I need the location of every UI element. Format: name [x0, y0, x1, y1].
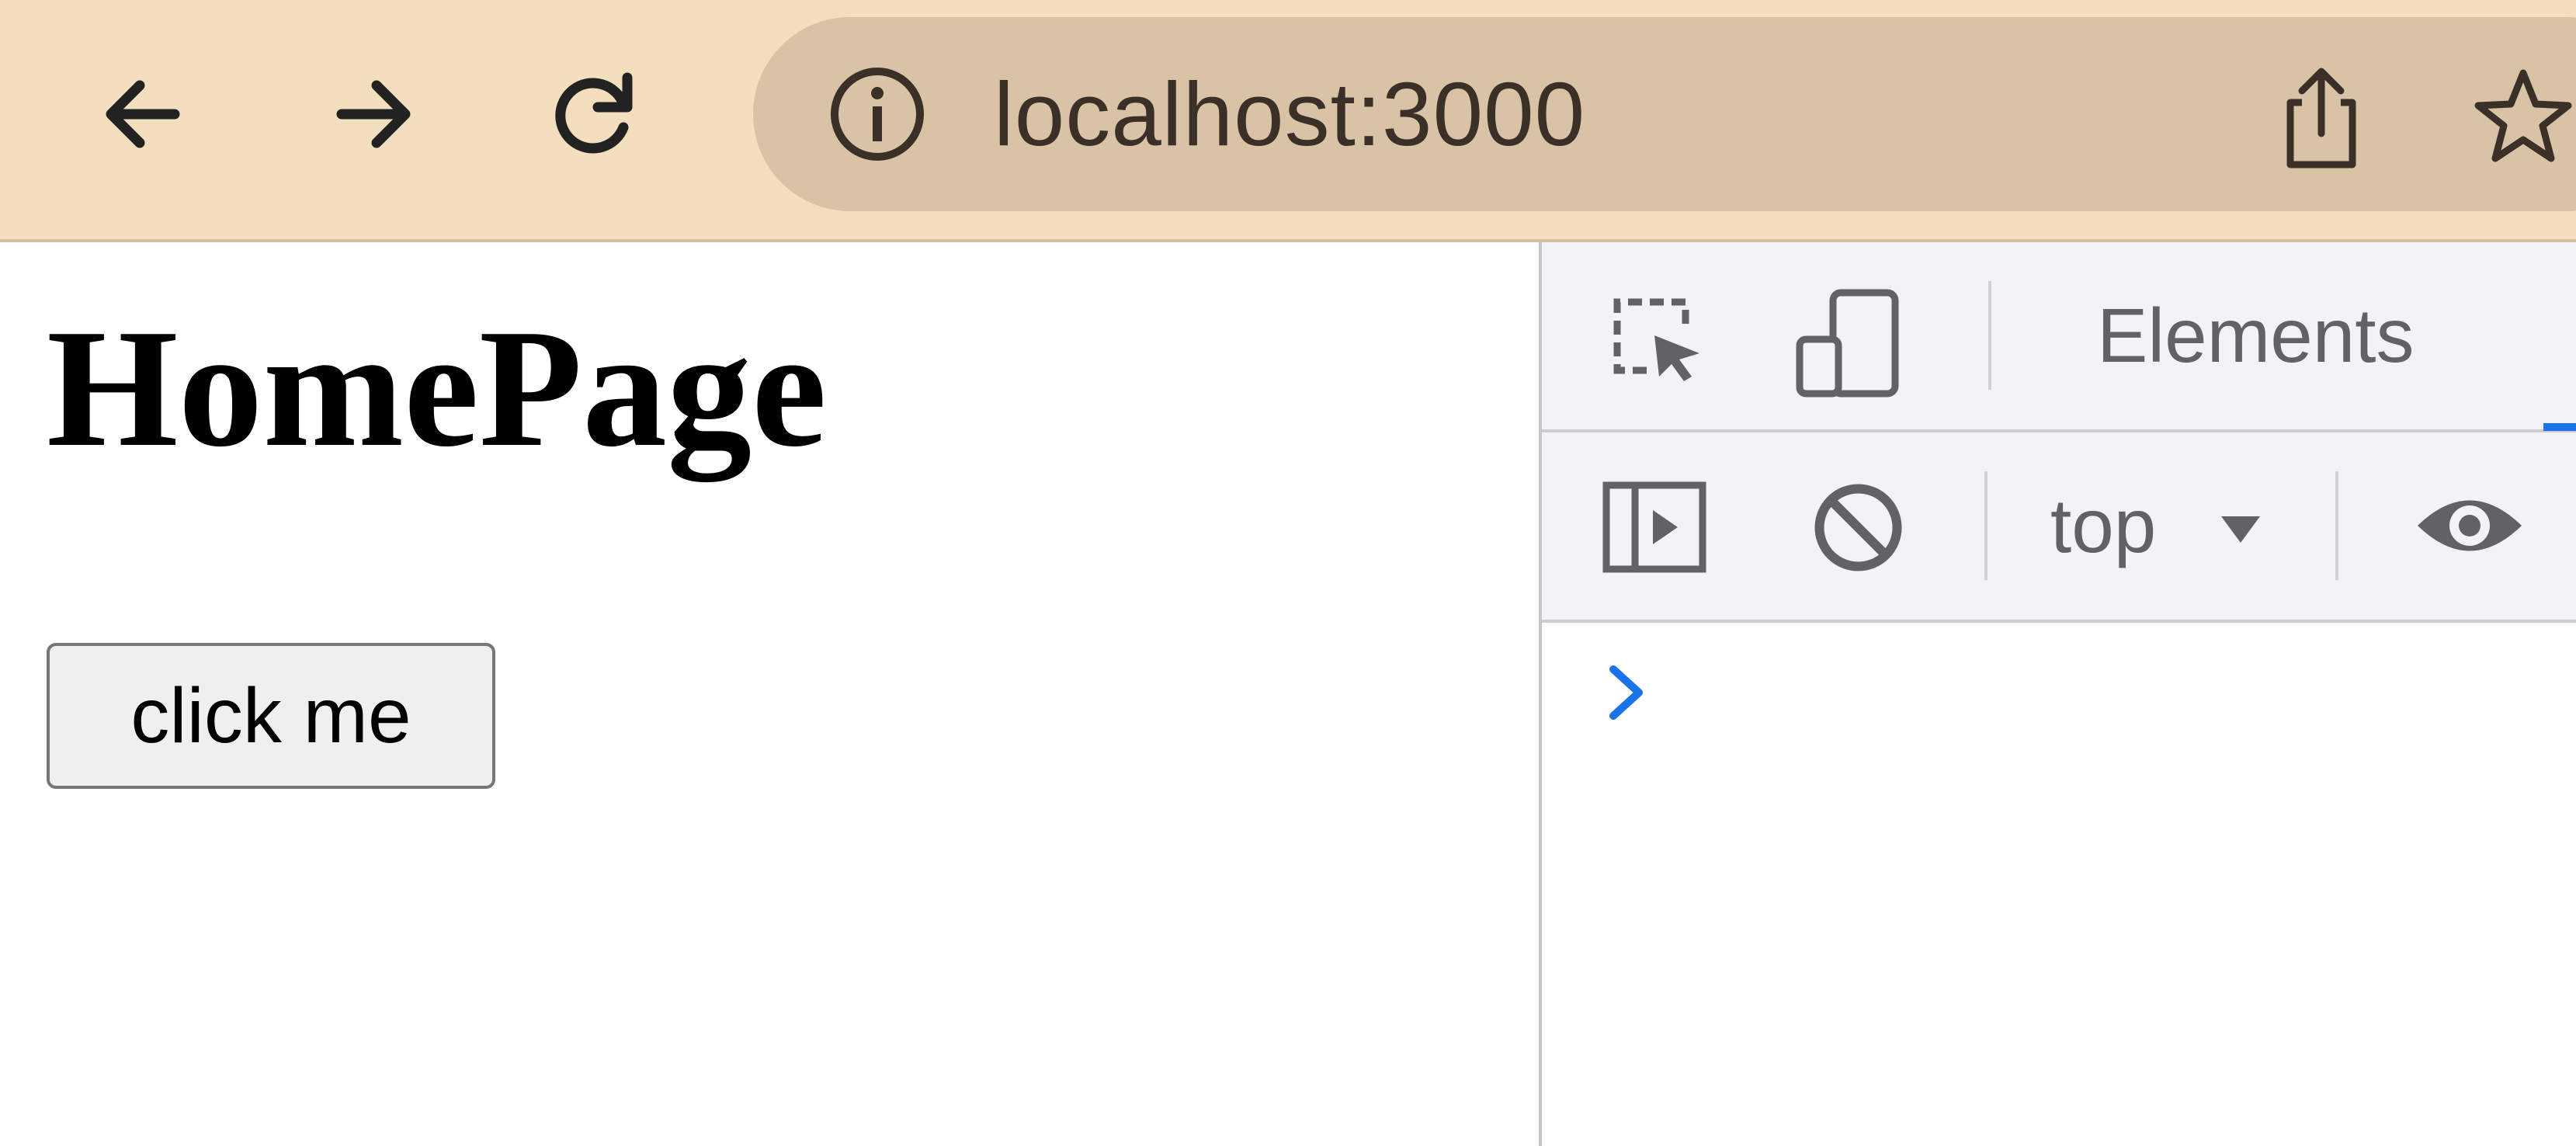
device-toolbar-icon[interactable] [1790, 285, 1907, 401]
reload-button[interactable] [536, 56, 652, 172]
console-toolbar: top [1542, 432, 2576, 623]
show-sidebar-icon[interactable] [1600, 479, 1709, 576]
page-title: HomePage [47, 295, 827, 482]
clear-console-icon[interactable] [1810, 479, 1907, 576]
inspect-element-icon[interactable] [1608, 293, 1709, 386]
info-icon[interactable] [827, 64, 928, 165]
browser-toolbar: localhost:3000 [0, 0, 2576, 242]
share-icon[interactable] [2271, 60, 2372, 176]
url-text[interactable]: localhost:3000 [994, 17, 1585, 211]
devtools-panel: Elements top [1539, 242, 2576, 1146]
context-selector[interactable]: top [2050, 432, 2156, 620]
arrow-right-icon [336, 80, 411, 148]
address-bar[interactable]: localhost:3000 [753, 17, 2576, 211]
console-prompt-icon [1609, 665, 1643, 720]
tabbar-divider [1988, 281, 1991, 390]
reload-icon [555, 72, 633, 154]
console-output[interactable] [1542, 623, 2576, 1146]
toolbar-divider [2335, 471, 2338, 580]
tab-elements[interactable]: Elements [2097, 242, 2415, 429]
page-content: HomePage click me [0, 242, 1539, 1146]
toolbar-divider [1984, 471, 1988, 580]
star-icon[interactable] [2469, 64, 2576, 172]
arrow-left-icon [106, 80, 180, 148]
devtools-tabbar: Elements [1542, 242, 2576, 432]
forward-button[interactable] [314, 56, 431, 172]
dropdown-arrow-icon[interactable] [2217, 510, 2264, 549]
active-tab-indicator [2543, 423, 2576, 431]
click-me-button[interactable]: click me [47, 643, 495, 789]
eye-icon[interactable] [2411, 487, 2528, 564]
back-button[interactable] [85, 56, 202, 172]
